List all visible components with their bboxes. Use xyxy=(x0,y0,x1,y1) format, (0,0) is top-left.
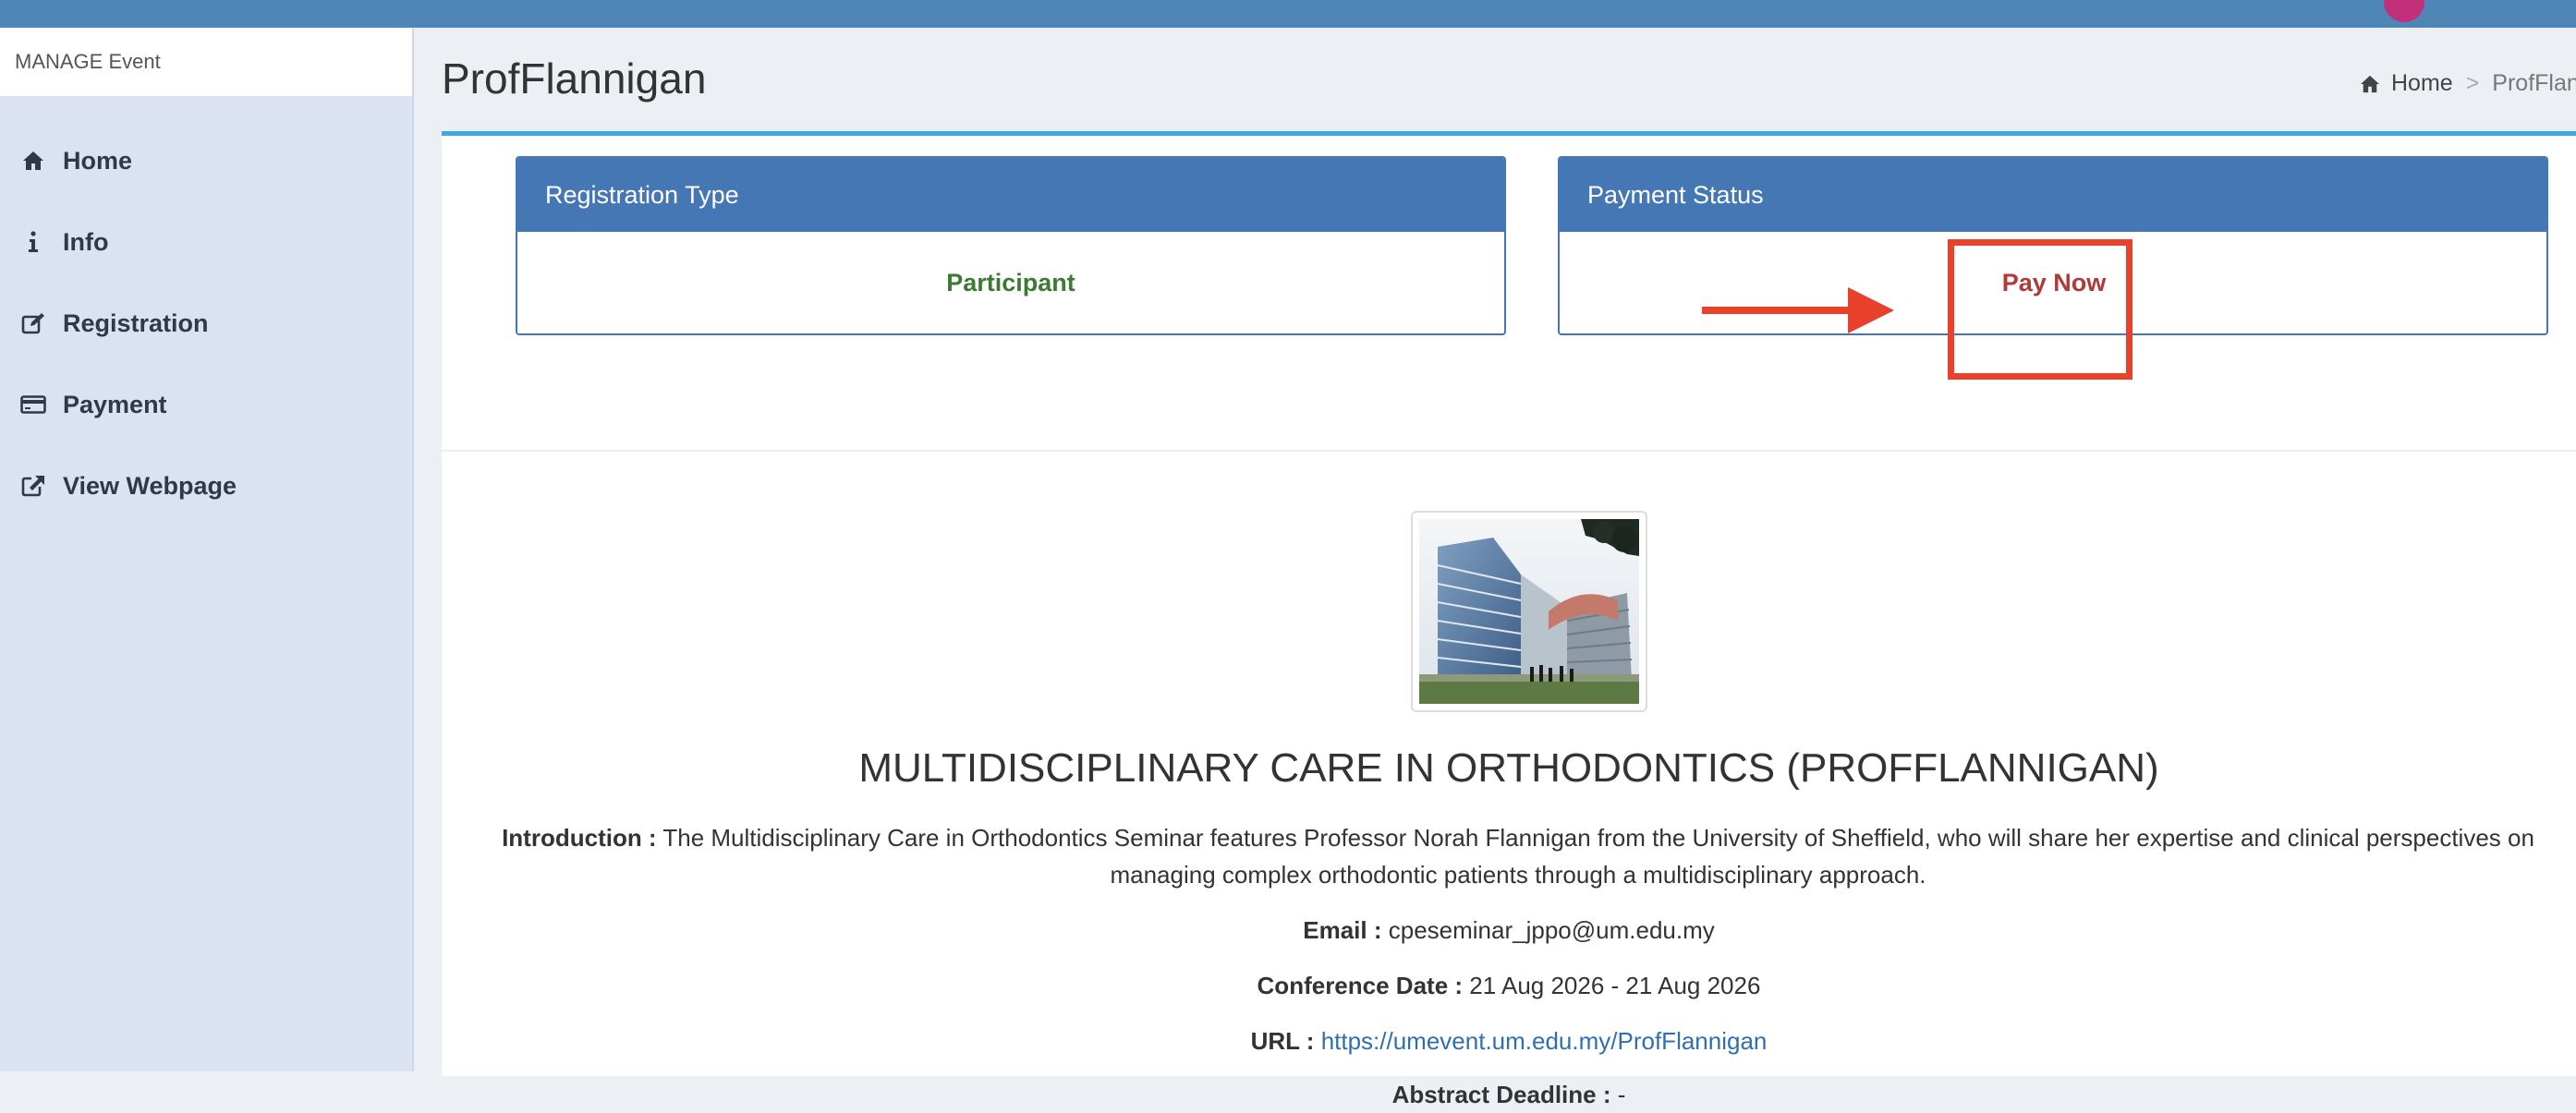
breadcrumb-home-link[interactable]: Home xyxy=(2391,70,2453,97)
email-label: Email : xyxy=(1303,916,1382,944)
home-icon xyxy=(2360,75,2380,93)
introduction-text: The Multidisciplinary Care in Orthodonti… xyxy=(662,824,2534,889)
sidebar-item-registration[interactable]: Registration xyxy=(0,286,412,360)
introduction-label: Introduction : xyxy=(502,824,657,852)
breadcrumb-separator: > xyxy=(2465,70,2480,96)
registration-type-value: Participant xyxy=(946,268,1075,296)
sidebar: MANAGE Event Home Info Registration Paym… xyxy=(0,28,414,1071)
email-value: cpeseminar_jppo@um.edu.my xyxy=(1388,916,1715,944)
registration-type-box: Registration Type Participant xyxy=(516,156,1506,335)
divider xyxy=(442,450,2576,452)
breadcrumb: Home > ProfFlann xyxy=(2360,70,2576,97)
event-panel: Registration Type Participant Payment St… xyxy=(442,131,2576,1108)
url-label: URL : xyxy=(1250,1027,1315,1055)
event-introduction: Introduction : The Multidisciplinary Car… xyxy=(479,819,2558,893)
edit-icon xyxy=(17,312,50,334)
sidebar-item-home[interactable]: Home xyxy=(0,124,412,198)
breadcrumb-current: ProfFlann xyxy=(2492,70,2576,96)
sidebar-item-label: Payment xyxy=(63,390,167,418)
credit-card-icon xyxy=(17,395,50,414)
annotation-arrow-icon xyxy=(1702,287,1894,333)
page-title: ProfFlannigan xyxy=(442,54,707,103)
home-icon xyxy=(17,151,50,171)
info-icon xyxy=(17,231,50,253)
event-abstract-deadline: Abstract Deadline : - xyxy=(442,1076,2576,1113)
abstract-deadline-value: - xyxy=(1617,1081,1626,1108)
event-title: MULTIDISCIPLINARY CARE IN ORTHODONTICS (… xyxy=(858,745,2159,791)
sidebar-item-label: Info xyxy=(63,227,109,256)
external-link-icon xyxy=(17,475,50,497)
sidebar-item-label: Registration xyxy=(63,308,209,337)
event-email: Email : cpeseminar_jppo@um.edu.my xyxy=(442,912,2576,949)
event-building-image xyxy=(1411,511,1647,712)
user-avatar[interactable] xyxy=(2384,0,2424,22)
abstract-deadline-label: Abstract Deadline : xyxy=(1391,1081,1611,1108)
top-navbar xyxy=(0,0,2576,28)
registration-type-heading: Registration Type xyxy=(517,158,1504,232)
sidebar-section-header: MANAGE Event xyxy=(0,28,412,96)
event-conference-date: Conference Date : 21 Aug 2026 - 21 Aug 2… xyxy=(442,967,2576,1004)
annotation-highlight-box xyxy=(1948,239,2132,380)
sidebar-item-payment[interactable]: Payment xyxy=(0,368,412,442)
sidebar-item-label: Home xyxy=(63,146,133,175)
event-url: URL : https://umevent.um.edu.my/ProfFlan… xyxy=(442,1022,2576,1059)
sidebar-item-info[interactable]: Info xyxy=(0,205,412,279)
event-url-link[interactable]: https://umevent.um.edu.my/ProfFlannigan xyxy=(1321,1027,1768,1055)
conference-date-label: Conference Date : xyxy=(1257,972,1464,999)
main-content: ProfFlannigan Home > ProfFlann Registrat… xyxy=(414,28,2576,1108)
payment-status-heading: Payment Status xyxy=(1560,158,2546,232)
sidebar-item-view-webpage[interactable]: View Webpage xyxy=(0,449,412,523)
sidebar-item-label: View Webpage xyxy=(63,471,237,500)
conference-date-value: 21 Aug 2026 - 21 Aug 2026 xyxy=(1469,972,1761,999)
